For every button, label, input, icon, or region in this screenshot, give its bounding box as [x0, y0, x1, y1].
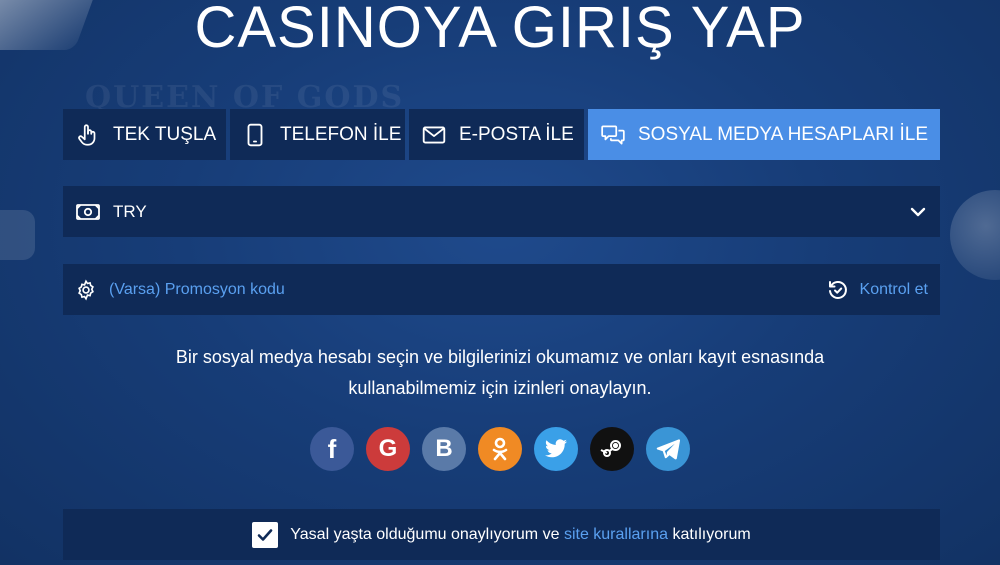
banknote-icon — [75, 199, 101, 225]
facebook-icon: f — [327, 433, 337, 464]
gear-icon — [75, 279, 97, 301]
twitter-button[interactable] — [534, 427, 578, 471]
tab-email[interactable]: E-POSTA İLE — [409, 109, 584, 160]
tab-one-click[interactable]: TEK TUŞLA — [63, 109, 226, 160]
checkmark-icon — [257, 528, 273, 541]
steam-icon — [599, 436, 625, 462]
terms-text: Yasal yaşta olduğumu onaylıyorum ve site… — [290, 526, 750, 544]
steam-button[interactable] — [590, 427, 634, 471]
odnoklassniki-icon — [489, 436, 511, 462]
page-title: CASINOYA GIRIŞ YAP — [194, 0, 806, 60]
refresh-check-icon — [826, 278, 850, 302]
terms-prefix: Yasal yaşta olduğumu onaylıyorum ve — [290, 525, 560, 543]
promo-check-button[interactable]: Kontrol et — [826, 278, 928, 302]
currency-select[interactable]: TRY — [63, 186, 940, 237]
phone-icon — [242, 122, 268, 148]
hand-pointer-icon — [75, 122, 101, 148]
telegram-icon — [656, 438, 680, 460]
facebook-button[interactable]: f — [310, 427, 354, 471]
telegram-button[interactable] — [646, 427, 690, 471]
promo-code-input[interactable] — [107, 279, 826, 300]
tab-label: E-POSTA İLE — [459, 123, 574, 145]
twitter-icon — [544, 438, 568, 460]
social-description: Bir sosyal medya hesabı seçin ve bilgile… — [100, 342, 900, 404]
currency-value: TRY — [113, 201, 147, 221]
odnoklassniki-button[interactable] — [478, 427, 522, 471]
terms-suffix: katılıyorum — [672, 525, 751, 543]
tab-label: SOSYAL MEDYA HESAPLARI İLE — [638, 123, 929, 145]
login-method-tabs: TEK TUŞLA TELEFON İLE E-POSTA İLE SOSYAL… — [63, 109, 941, 160]
promo-check-label: Kontrol et — [859, 280, 928, 298]
tab-label: TELEFON İLE — [280, 123, 402, 145]
chevron-down-icon — [908, 202, 928, 222]
terms-row: Yasal yaşta olduğumu onaylıyorum ve site… — [63, 509, 940, 560]
tab-label: TEK TUŞLA — [113, 123, 217, 145]
tab-social-media[interactable]: SOSYAL MEDYA HESAPLARI İLE — [588, 109, 941, 160]
tab-phone[interactable]: TELEFON İLE — [230, 109, 405, 160]
chat-bubbles-icon — [600, 122, 626, 148]
vkontakte-button[interactable]: B — [422, 427, 466, 471]
google-button[interactable]: G — [366, 427, 410, 471]
age-terms-checkbox[interactable] — [252, 521, 279, 548]
google-icon: G — [378, 435, 398, 462]
description-line-2: kullanabilmemiz için izinleri onaylayın. — [348, 378, 652, 398]
background-chip-decoration — [0, 210, 35, 260]
social-buttons: f G B — [0, 427, 1000, 471]
envelope-icon — [421, 122, 447, 148]
promo-code-row: Kontrol et — [63, 264, 940, 315]
description-line-1: Bir sosyal medya hesabı seçin ve bilgile… — [175, 347, 825, 367]
vkontakte-icon: B — [435, 435, 453, 462]
site-rules-link[interactable]: site kurallarına — [564, 526, 668, 543]
background-ball-decoration — [950, 190, 1000, 280]
